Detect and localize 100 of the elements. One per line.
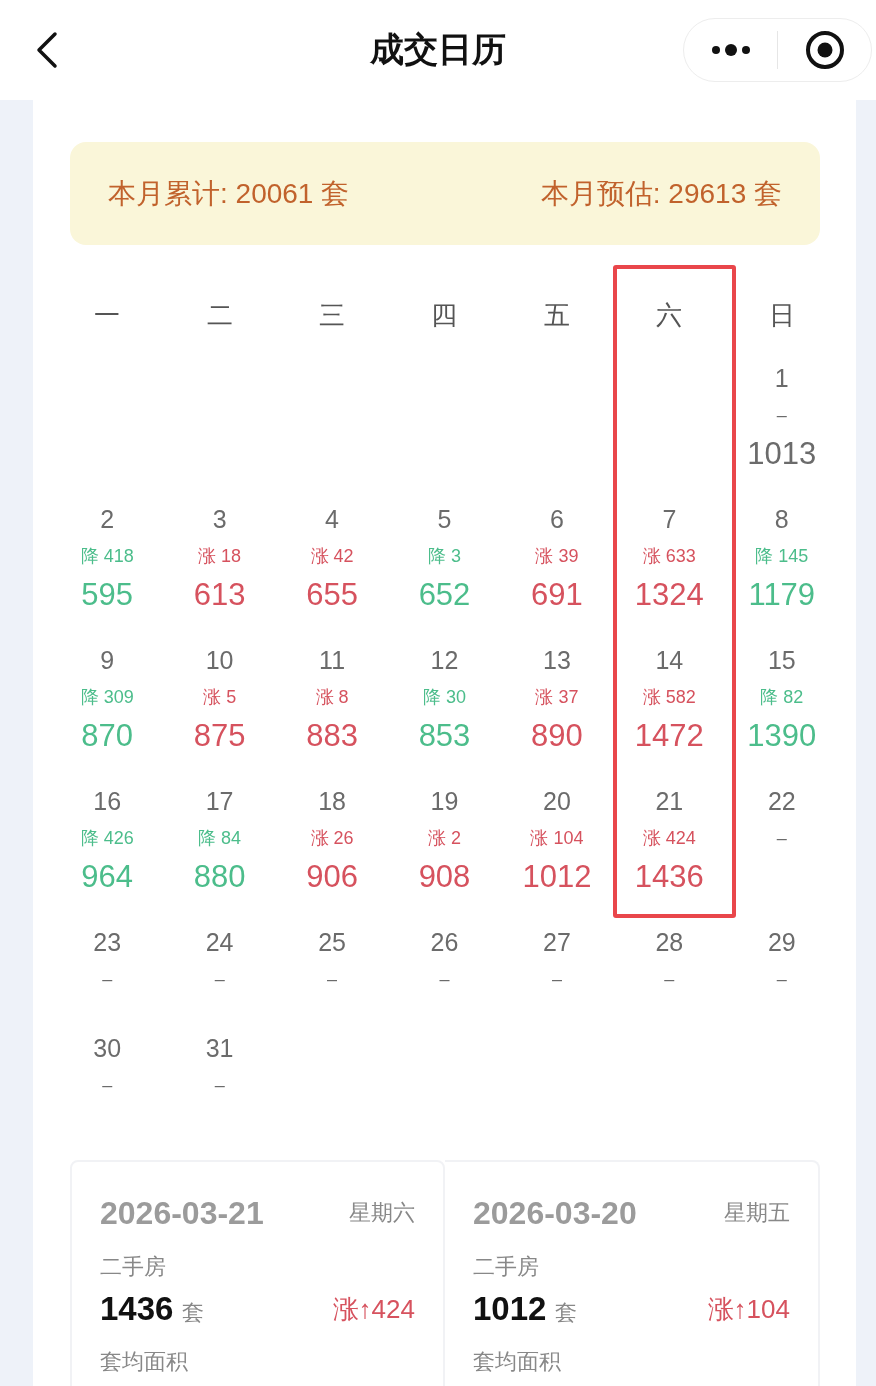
- day-number: 25: [318, 927, 346, 958]
- change-label: 涨 424: [642, 827, 696, 850]
- count-value: 906: [306, 858, 358, 896]
- weekday-label: 六: [655, 299, 684, 332]
- change-label: –: [327, 968, 338, 991]
- change-label: 涨 104: [530, 827, 584, 850]
- count-value: 1436: [100, 1290, 174, 1328]
- month-estimate-text: 本月预估: 29613 套: [540, 176, 782, 211]
- count-value: 880: [193, 858, 246, 896]
- change-label: –: [776, 404, 787, 427]
- day-number: 6: [549, 504, 564, 535]
- date-text: 2026-03-20: [473, 1195, 637, 1231]
- change-label: 涨 8: [315, 686, 349, 709]
- count-value: 655: [306, 576, 358, 614]
- day-number: 23: [93, 927, 122, 958]
- weekday-label: 五: [542, 299, 571, 332]
- day-number: 15: [767, 645, 796, 676]
- weekday-label: 四: [430, 299, 459, 332]
- change-label: 涨↑424: [332, 1292, 415, 1326]
- day-number: 30: [93, 1033, 122, 1064]
- change-label: –: [102, 968, 113, 991]
- day-number: 11: [319, 645, 346, 676]
- count-value: 1390: [747, 717, 817, 755]
- target-icon: [804, 30, 845, 70]
- day-number: 10: [205, 645, 234, 676]
- change-label: 涨 37: [535, 686, 579, 709]
- day-number: 31: [205, 1033, 234, 1064]
- unit-label: 套: [182, 1299, 205, 1327]
- count-value: 1179: [748, 576, 816, 614]
- change-label: 涨 2: [428, 827, 461, 850]
- count-value: 853: [418, 717, 471, 755]
- count-value: 890: [531, 717, 583, 755]
- change-label: 降 84: [198, 827, 242, 850]
- page-title: 成交日历: [370, 29, 506, 70]
- weekday-label: 一: [93, 299, 122, 332]
- change-label: –: [439, 968, 450, 991]
- month-total-text: 本月累计: 20061 套: [108, 176, 350, 211]
- change-label: –: [214, 968, 225, 991]
- change-label: 降 3: [428, 545, 461, 568]
- change-label: 降 418: [80, 545, 134, 568]
- area-label: 套均面积: [473, 1348, 562, 1376]
- day-number: 27: [543, 927, 571, 958]
- day-number: 7: [662, 504, 677, 535]
- day-number: 9: [100, 645, 115, 676]
- change-label: –: [102, 1074, 113, 1097]
- day-number: 28: [655, 927, 684, 958]
- day-number: 3: [212, 504, 227, 535]
- change-label: 涨 42: [310, 545, 354, 568]
- count-value: 908: [418, 858, 471, 896]
- change-label: –: [776, 827, 787, 850]
- back-button[interactable]: [34, 30, 60, 70]
- change-label: 降 82: [760, 686, 804, 709]
- day-number: 8: [774, 504, 789, 535]
- change-label: 涨 633: [642, 545, 696, 568]
- day-number: 12: [430, 645, 459, 676]
- category-label: 二手房: [100, 1253, 167, 1281]
- weekday-label: 三: [318, 299, 347, 332]
- change-label: 降 145: [755, 545, 809, 568]
- count-value: 964: [81, 858, 134, 896]
- count-value: 595: [81, 576, 134, 614]
- change-label: 涨↑104: [707, 1292, 790, 1326]
- count-value: 691: [531, 576, 583, 614]
- change-label: –: [551, 968, 562, 991]
- day-number: 17: [205, 786, 234, 817]
- change-label: 降 30: [422, 686, 466, 709]
- date-text: 2026-03-21: [100, 1195, 264, 1231]
- weekday-text: 星期五: [724, 1199, 790, 1227]
- day-number: 5: [437, 504, 452, 535]
- day-number: 14: [655, 645, 684, 676]
- change-label: –: [776, 968, 787, 991]
- day-number: 4: [325, 504, 339, 535]
- area-label: 套均面积: [100, 1348, 189, 1376]
- weekday-label: 日: [767, 299, 796, 332]
- count-value: 883: [306, 717, 358, 755]
- day-number: 24: [205, 927, 234, 958]
- count-value: 1436: [634, 858, 704, 896]
- day-number: 29: [767, 927, 796, 958]
- day-number: 22: [767, 786, 796, 817]
- change-label: 降 426: [80, 827, 134, 850]
- more-icon: [710, 43, 751, 57]
- count-value: 1013: [747, 435, 817, 473]
- day-number: 26: [430, 927, 459, 958]
- change-label: 涨 39: [535, 545, 579, 568]
- day-number: 2: [100, 504, 115, 535]
- weekday-text: 星期六: [349, 1199, 415, 1227]
- count-value: 1012: [522, 858, 592, 896]
- day-number: 1: [774, 363, 789, 394]
- unit-label: 套: [555, 1299, 578, 1327]
- weekday-label: 二: [205, 299, 234, 332]
- change-label: 涨 26: [310, 827, 354, 850]
- day-number: 16: [93, 786, 122, 817]
- change-label: 降 309: [80, 686, 134, 709]
- change-label: 涨 582: [642, 686, 696, 709]
- change-label: 涨 18: [198, 545, 242, 568]
- count-value: 1324: [634, 576, 704, 614]
- day-number: 13: [543, 645, 571, 676]
- count-value: 1472: [634, 717, 704, 755]
- chevron-left-icon: [34, 30, 60, 70]
- day-number: 18: [318, 786, 346, 817]
- category-label: 二手房: [473, 1253, 540, 1281]
